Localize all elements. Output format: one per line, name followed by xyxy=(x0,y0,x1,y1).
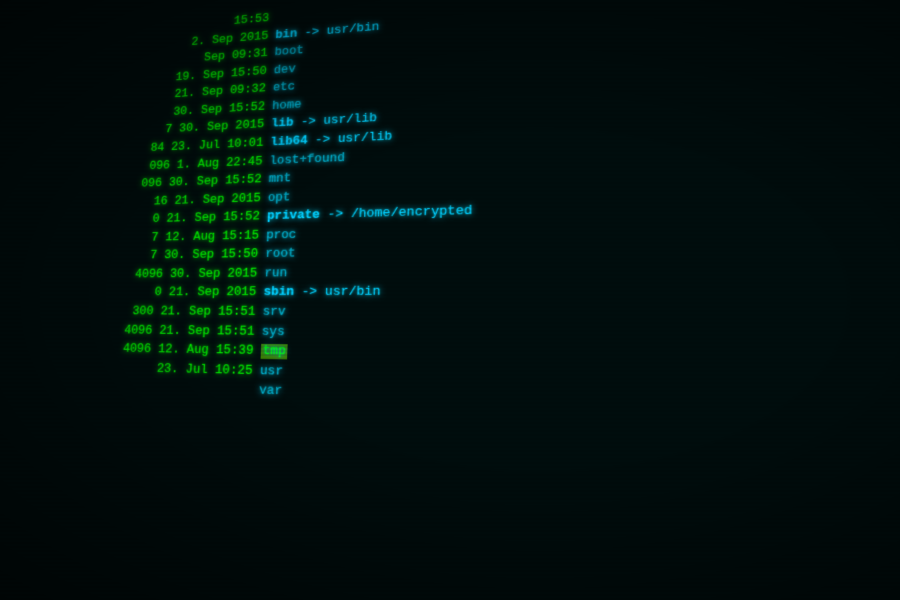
file-name: proc xyxy=(266,226,297,246)
file-name: run xyxy=(264,264,287,283)
file-name: boot xyxy=(274,42,304,62)
file-name: srv xyxy=(262,303,286,323)
file-meta xyxy=(7,386,259,393)
file-name: lost+found xyxy=(269,149,345,171)
file-meta: 300 21. Sep 15:51 xyxy=(13,303,263,323)
file-name: mnt xyxy=(268,170,291,189)
file-name: home xyxy=(272,96,302,116)
file-meta: 4096 30. Sep 2015 xyxy=(16,265,265,285)
terminal-content: 15:53 2. Sep 2015 bin -> usr/bin Sep 09:… xyxy=(13,0,900,600)
file-name: tmp xyxy=(260,342,288,362)
file-name: dev xyxy=(273,61,296,80)
file-name: root xyxy=(265,245,296,265)
file-name: usr xyxy=(260,362,284,382)
file-meta: 0 21. Sep 2015 xyxy=(14,284,264,303)
file-name: opt xyxy=(267,188,290,207)
file-name: sys xyxy=(261,322,285,342)
file-name: etc xyxy=(273,78,296,97)
file-name: var xyxy=(259,382,283,403)
file-listing: 15:53 2. Sep 2015 bin -> usr/bin Sep 09:… xyxy=(6,0,900,428)
file-name: sbin -> usr/bin xyxy=(263,283,381,303)
terminal-window: 15:53 2. Sep 2015 bin -> usr/bin Sep 09:… xyxy=(0,0,900,600)
